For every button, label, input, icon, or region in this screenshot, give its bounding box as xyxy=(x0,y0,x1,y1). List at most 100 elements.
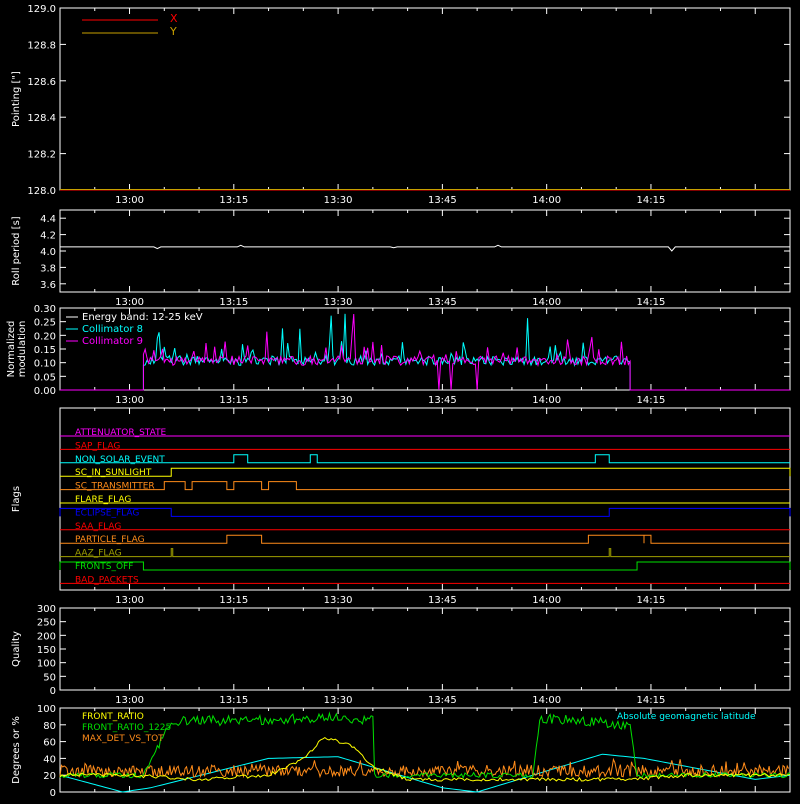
y-tick-label: 128.8 xyxy=(27,40,56,51)
flag-trace-sc-in-sunlight xyxy=(60,467,791,477)
legend-label: X xyxy=(170,12,178,25)
y-tick-label: 100 xyxy=(37,704,56,715)
y-tick-label: 50 xyxy=(43,672,56,683)
time-tick-label: 13:30 xyxy=(324,195,353,206)
legend-label: FRONT_RATIO_1225 xyxy=(82,723,171,733)
y-tick-label: 0.30 xyxy=(34,304,56,315)
flag-label: SC_TRANSMITTER xyxy=(75,482,155,492)
y-tick-label: 0 xyxy=(50,788,56,799)
roll-panel xyxy=(59,209,791,293)
y-tick-label: 4.2 xyxy=(40,231,56,242)
y-tick-label: 300 xyxy=(37,604,56,615)
flags-panel xyxy=(59,407,791,591)
time-tick-label: 14:00 xyxy=(532,695,561,706)
flag-label: SAA_FLAG xyxy=(75,522,121,532)
legend-label: FRONT_RATIO xyxy=(82,712,144,722)
time-tick-label: 13:45 xyxy=(428,195,457,206)
flag-label: ATTENUATOR_STATE xyxy=(75,428,167,438)
flag-trace-particle-flag xyxy=(60,534,790,544)
y-tick-label: 60 xyxy=(43,738,56,749)
y-tick-label: 0 xyxy=(50,686,56,697)
y-tick-label: 250 xyxy=(37,618,56,629)
time-tick-label: 14:00 xyxy=(532,595,561,606)
y-tick-label: 0.25 xyxy=(34,318,56,329)
time-tick-label: 13:30 xyxy=(324,395,353,406)
flag-label: SC_IN_SUNLIGHT xyxy=(75,468,152,478)
legend-label: Collimator 9 xyxy=(82,336,143,347)
y-tick-label: 100 xyxy=(37,659,56,670)
time-tick-label: 13:00 xyxy=(115,297,144,308)
legend-label: Collimator 8 xyxy=(82,324,143,335)
time-tick-label: 13:15 xyxy=(219,395,248,406)
time-tick-label: 13:00 xyxy=(115,695,144,706)
y-tick-label: 128.2 xyxy=(27,150,56,161)
time-tick-label: 14:15 xyxy=(637,595,666,606)
y-tick-label: 0.10 xyxy=(34,359,56,370)
y-tick-label: 128.4 xyxy=(27,113,56,124)
collimator-8-line xyxy=(60,313,790,391)
flags-frame xyxy=(59,407,791,591)
time-tick-label: 14:15 xyxy=(637,395,666,406)
flag-trace-sc-transmitter xyxy=(60,481,790,491)
y-axis-label: Normalized xyxy=(6,321,17,378)
chart-figure: 13:00 13:15 13:30 13:45 14:00 14:15 128.0 128.2… xyxy=(0,0,800,800)
y-tick-label: 20 xyxy=(43,771,56,782)
time-tick-label: 14:00 xyxy=(532,297,561,308)
legend-label: MAX_DET_VS_TOT xyxy=(82,734,164,744)
y-tick-label: 80 xyxy=(43,721,56,732)
quality-panel xyxy=(59,607,791,691)
y-tick-label: 4.0 xyxy=(40,247,56,258)
y-tick-label: 200 xyxy=(37,631,56,642)
legend-label: Absolute geomagnetic latitude xyxy=(617,712,756,722)
y-tick-label: 0.20 xyxy=(34,331,56,342)
y-tick-label: 3.6 xyxy=(40,280,56,291)
time-tick-label: 14:15 xyxy=(637,297,666,308)
y-tick-label: 0.05 xyxy=(34,372,56,383)
y-tick-label: 0.15 xyxy=(34,345,56,356)
flag-label: PARTICLE_FLAG xyxy=(75,535,145,545)
y-tick-label: 128.0 xyxy=(27,186,56,197)
multi-panel-chart: 13:00 13:15 13:30 13:45 14:00 14:15 128.0 128.2… xyxy=(6,4,791,799)
y-tick-label: 150 xyxy=(37,645,56,656)
time-tick-label: 13:45 xyxy=(428,297,457,308)
y-tick-label: 128.6 xyxy=(27,77,56,88)
flag-label: SAP_FLAG xyxy=(75,441,120,451)
roll-period-line xyxy=(60,244,790,252)
quality-frame xyxy=(59,607,791,691)
flag-label: ECLIPSE_FLAG xyxy=(75,508,139,518)
flag-label: NON_SOLAR_EVENT xyxy=(75,455,165,465)
flag-trace-aaz-flag xyxy=(60,548,790,558)
flag-label: FLARE_FLAG xyxy=(75,495,131,505)
time-tick-label: 14:15 xyxy=(637,195,666,206)
time-tick-label: 13:45 xyxy=(428,695,457,706)
y-axis-label: Quality xyxy=(11,631,22,667)
y-tick-label: 4.4 xyxy=(40,214,56,225)
flag-label: AAZ_FLAG xyxy=(75,549,122,559)
time-tick-label: 14:00 xyxy=(532,395,561,406)
flag-label: BAD_PACKETS xyxy=(75,575,139,585)
time-tick-label: 13:00 xyxy=(115,395,144,406)
time-tick-label: 13:15 xyxy=(219,695,248,706)
y-tick-label: 3.8 xyxy=(40,263,56,274)
time-tick-label: 14:15 xyxy=(637,695,666,706)
time-tick-label: 13:45 xyxy=(428,395,457,406)
y-axis-label: Pointing ["] xyxy=(11,71,22,127)
legend-label: Energy band: 12-25 keV xyxy=(82,312,203,323)
time-tick-label: 13:45 xyxy=(428,595,457,606)
time-tick-label: 13:00 xyxy=(115,595,144,606)
time-tick-label: 14:00 xyxy=(532,195,561,206)
y-axis-label: Roll period [s] xyxy=(11,216,22,285)
flag-label: FRONTS_OFF xyxy=(75,562,133,572)
time-tick-label: 13:00 xyxy=(115,195,144,206)
time-tick-label: 13:30 xyxy=(324,695,353,706)
time-tick-label: 13:30 xyxy=(324,595,353,606)
roll-frame xyxy=(59,209,791,293)
time-tick-label: 13:15 xyxy=(219,195,248,206)
legend-label: Y xyxy=(169,25,177,38)
y-axis-label: Degrees or % xyxy=(11,716,22,784)
time-tick-label: 13:30 xyxy=(324,297,353,308)
y-tick-label: 0.00 xyxy=(34,386,56,397)
flag-trace-eclipse-flag xyxy=(59,507,791,517)
flag-trace-non-solar-event xyxy=(60,454,790,464)
y-tick-label: 129.0 xyxy=(27,4,56,15)
